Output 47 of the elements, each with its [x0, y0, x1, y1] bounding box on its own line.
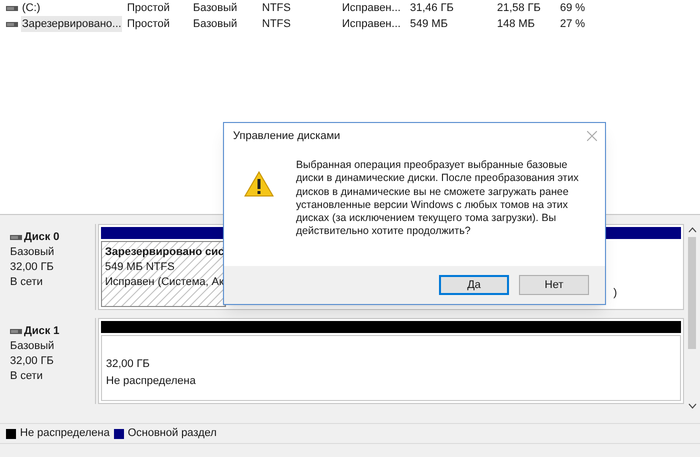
drive-icon: [10, 235, 22, 240]
dialog-button[interactable]: Нет: [519, 275, 589, 295]
legend-label: Не распределена: [20, 426, 110, 442]
drive-icon: [6, 6, 18, 10]
table-cell-text: 27 %: [560, 16, 586, 32]
warning-icon: [244, 171, 274, 197]
scroll-thumb[interactable]: [688, 237, 696, 349]
table-cell-text: Исправен...: [342, 16, 402, 32]
close-icon[interactable]: [587, 131, 597, 141]
table-cell-text: 69 %: [560, 0, 586, 16]
partition-block[interactable]: Зарезервировано сис 549 МБ NTFS Исправен (Система, Ак: [101, 241, 226, 307]
partition-info: ): [613, 286, 617, 300]
partition-info: 549 МБ NTFS: [105, 260, 176, 275]
volume-name[interactable]: (C:): [21, 0, 42, 16]
dialog-title: Управление дисками: [233, 128, 340, 144]
drive-icon: [10, 329, 22, 334]
disk-info: 32,00 ГБ: [10, 260, 55, 275]
dialog-message: Выбранная операция преобразует выбранные базовые диски в динамические диски. После преобразования этих дисков в динамические вы не сможете загружать ранее установленные версии Windows с любых томов на этих дисках (за исключением текущего тома загрузки). Вы действительно хотите продолжить?: [296, 159, 580, 240]
partition-info: 32,00 ГБ: [106, 357, 151, 372]
disk-info: Базовый: [10, 339, 56, 354]
table-cell-text: 21,58 ГБ: [497, 0, 542, 16]
table-cell-text: 148 МБ: [497, 16, 536, 32]
partition-title: Зарезервировано сис: [105, 245, 222, 260]
dialog-button[interactable]: Да: [439, 275, 509, 295]
disk-info: В сети: [10, 275, 44, 290]
disk-info: 32,00 ГБ: [10, 354, 55, 369]
table-cell-text: Базовый: [193, 16, 238, 32]
table-cell-text: 31,46 ГБ: [410, 0, 455, 16]
volume-name[interactable]: Зарезервировано...: [21, 16, 122, 32]
disk-info: Базовый: [10, 245, 56, 260]
disk-name: Диск 1: [24, 324, 60, 339]
legend-label: Основной раздел: [128, 426, 217, 442]
table-cell-text: NTFS: [262, 16, 292, 32]
disk-name: Диск 0: [24, 230, 60, 245]
partition-info: Не распределена: [106, 374, 197, 389]
table-cell-text: 549 МБ: [410, 16, 449, 32]
scroll-up-icon[interactable]: [688, 227, 696, 233]
partition-info: Исправен (Система, Ак: [105, 275, 222, 290]
table-cell-text: Простой: [127, 16, 171, 32]
scroll-down-icon[interactable]: [688, 403, 696, 409]
table-cell-text: Базовый: [193, 0, 238, 16]
table-cell-text: NTFS: [262, 0, 292, 16]
partition-block[interactable]: 32,00 ГБ Не распределена: [101, 335, 681, 401]
drive-icon: [6, 22, 18, 26]
table-cell-text: Простой: [127, 0, 171, 16]
table-cell-text: Исправен...: [342, 0, 402, 16]
disk-info: В сети: [10, 369, 44, 384]
